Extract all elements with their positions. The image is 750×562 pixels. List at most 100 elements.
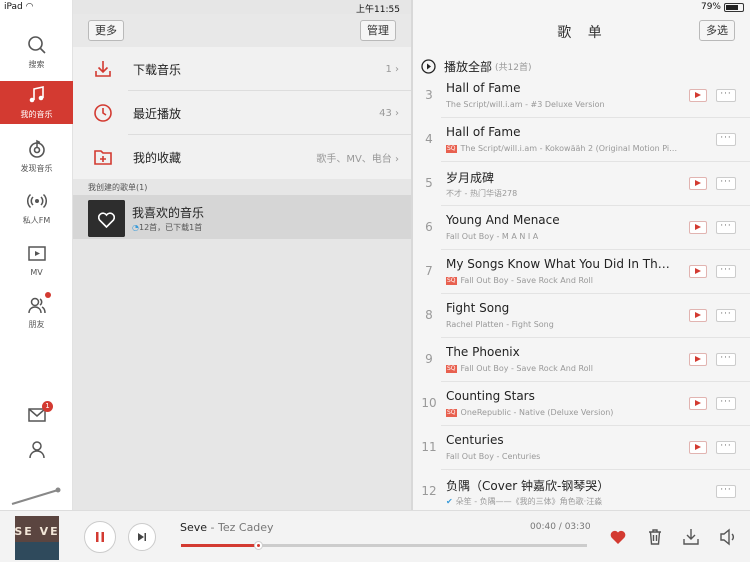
playlist-panel: 歌 单 多选 播放全部 (共12首) 3 Hall of Fame The Scri…	[411, 0, 750, 510]
song-row[interactable]: 9 The Phoenix SQ Fall Out Boy - Save Rock A…	[413, 338, 750, 382]
volume-icon[interactable]	[718, 527, 738, 547]
friends-icon	[27, 297, 46, 313]
song-title: Fight Song	[446, 301, 510, 315]
more-options-icon[interactable]: ···	[716, 441, 736, 454]
song-list: 3 Hall of Fame The Script/will.i.am - #3 D…	[413, 80, 750, 510]
now-playing-artist: - Tez Cadey	[210, 521, 274, 534]
more-options-icon[interactable]: ···	[716, 221, 736, 234]
sidebar-item-my-music[interactable]: 我的音乐	[0, 81, 73, 124]
now-playing-title: Seve	[180, 521, 208, 534]
sidebar-item-label: 朋友	[28, 319, 45, 329]
song-row[interactable]: 7 My Songs Know What You Did In The Dark …	[413, 250, 750, 294]
mv-icon[interactable]	[689, 353, 707, 366]
song-title: Centuries	[446, 433, 504, 447]
song-subtitle: SQ Fall Out Boy - Save Rock And Roll	[446, 276, 593, 285]
song-title: Counting Stars	[446, 389, 535, 403]
battery-icon	[724, 2, 744, 12]
more-options-icon[interactable]: ···	[716, 89, 736, 102]
song-row[interactable]: 11 Centuries Fall Out Boy - Centuries ···	[413, 426, 750, 470]
more-options-icon[interactable]: ···	[716, 353, 736, 366]
row-favorites[interactable]: 我的收藏 歌手、MV、电台 ›	[73, 135, 411, 179]
mv-icon[interactable]	[689, 265, 707, 278]
song-subtitle: ✔ 朵笙 - 负隅——《我的三体》角色歌·汪淼	[446, 497, 603, 506]
more-options-icon[interactable]: ···	[716, 397, 736, 410]
row-downloads[interactable]: 下载音乐 1 ›	[73, 47, 411, 91]
song-row[interactable]: 3 Hall of Fame The Script/will.i.am - #3 D…	[413, 80, 750, 118]
song-title: Young And Menace	[446, 213, 560, 227]
sidebar-item-search[interactable]: 搜索	[0, 30, 73, 74]
track-number: 9	[425, 352, 433, 366]
now-playing: Seve - Tez Cadey	[180, 521, 274, 534]
song-title: Hall of Fame	[446, 125, 521, 139]
song-row[interactable]: 8 Fight Song Rachel Platten - Fight Song ··…	[413, 294, 750, 338]
heart-icon[interactable]	[608, 527, 628, 547]
sidebar-item-fm[interactable]: 私人FM	[0, 186, 73, 230]
manage-button[interactable]: 管理	[360, 20, 396, 41]
sidebar-item-label: 搜索	[28, 59, 45, 69]
track-number: 10	[421, 396, 437, 410]
more-options-icon[interactable]: ···	[716, 485, 736, 498]
player-bar: SE VE Seve - Tez Cadey 00:40 / 03:30	[0, 510, 750, 562]
left-toolbar: 更多 管理	[73, 14, 411, 48]
mv-icon[interactable]	[689, 89, 707, 102]
video-icon	[27, 245, 46, 261]
disc-icon	[28, 139, 45, 158]
mv-icon[interactable]	[689, 397, 707, 410]
search-icon	[27, 35, 46, 54]
song-row[interactable]: 4 Hall of Fame SQ The Script/will.i.am - Ko…	[413, 118, 750, 162]
downloaded-icon: ✔	[446, 497, 453, 506]
profile-button[interactable]	[0, 432, 73, 466]
progress-track[interactable]	[181, 544, 587, 547]
song-row[interactable]: 10 Counting Stars SQ OneRepublic - Native (…	[413, 382, 750, 426]
more-options-icon[interactable]: ···	[716, 133, 736, 146]
sidebar-item-mv[interactable]: MV	[0, 238, 73, 282]
mv-icon[interactable]	[689, 309, 707, 322]
sidebar-item-discover[interactable]: 发现音乐	[0, 134, 73, 178]
music-note-icon	[29, 86, 44, 103]
playlist-title: 我喜欢的音乐	[132, 206, 205, 220]
song-row[interactable]: 12 负隅（Cover 钟嘉欣-钢琴哭） ✔ 朵笙 - 负隅——《我的三体》角色歌·汪…	[413, 470, 750, 510]
row-recent[interactable]: 最近播放 43 ›	[73, 91, 411, 135]
heart-icon	[88, 200, 125, 237]
play-all-button[interactable]: 播放全部 (共12首)	[413, 52, 750, 80]
row-count: 歌手、MV、电台 ›	[316, 153, 399, 165]
created-playlists-header: 我创建的歌单(1)	[88, 183, 148, 192]
play-circle-icon	[421, 58, 436, 74]
playlist-item-liked[interactable]: 我喜欢的音乐 ◔12首，已下载1首	[73, 195, 411, 239]
pause-button[interactable]	[84, 521, 116, 553]
play-all-label: 播放全部	[444, 59, 493, 74]
clock: 上午11:55	[356, 5, 400, 15]
more-options-icon[interactable]: ···	[716, 177, 736, 190]
more-options-icon[interactable]: ···	[716, 265, 736, 278]
download-icon	[95, 61, 111, 77]
radio-icon	[26, 193, 47, 208]
song-row[interactable]: 6 Young And Menace Fall Out Boy - M A N I …	[413, 206, 750, 250]
song-subtitle: Rachel Platten - Fight Song	[446, 320, 554, 329]
row-count: 1 ›	[385, 63, 399, 75]
album-art[interactable]: SE VE	[15, 516, 59, 560]
sq-badge: SQ	[446, 277, 457, 285]
mv-icon[interactable]	[689, 177, 707, 190]
playlist-subtitle: ◔12首，已下载1首	[132, 223, 203, 232]
download-icon[interactable]	[681, 527, 701, 547]
song-subtitle: The Script/will.i.am - #3 Deluxe Version	[446, 100, 605, 109]
row-count: 43 ›	[379, 107, 399, 119]
more-options-icon[interactable]: ···	[716, 309, 736, 322]
song-row[interactable]: 5 岁月成碑 不才 - 热门华语278 ···	[413, 162, 750, 206]
multi-select-button[interactable]: 多选	[699, 20, 735, 41]
messages-button[interactable]: 1	[0, 398, 73, 432]
track-number: 4	[425, 132, 433, 146]
sq-badge: SQ	[446, 409, 457, 417]
play-all-count: (共12首)	[495, 62, 532, 73]
trash-icon[interactable]	[645, 527, 665, 547]
next-button[interactable]	[128, 523, 156, 551]
mv-icon[interactable]	[689, 221, 707, 234]
sidebar-item-friends[interactable]: 朋友	[0, 290, 73, 334]
progress-handle[interactable]	[254, 541, 264, 550]
track-number: 12	[421, 484, 437, 498]
more-button[interactable]: 更多	[88, 20, 124, 41]
status-bar: iPad ◠ 上午11:55 79%	[0, 0, 750, 15]
mv-icon[interactable]	[689, 441, 707, 454]
wifi-icon: ◠	[25, 2, 34, 12]
row-label: 下载音乐	[133, 62, 182, 77]
